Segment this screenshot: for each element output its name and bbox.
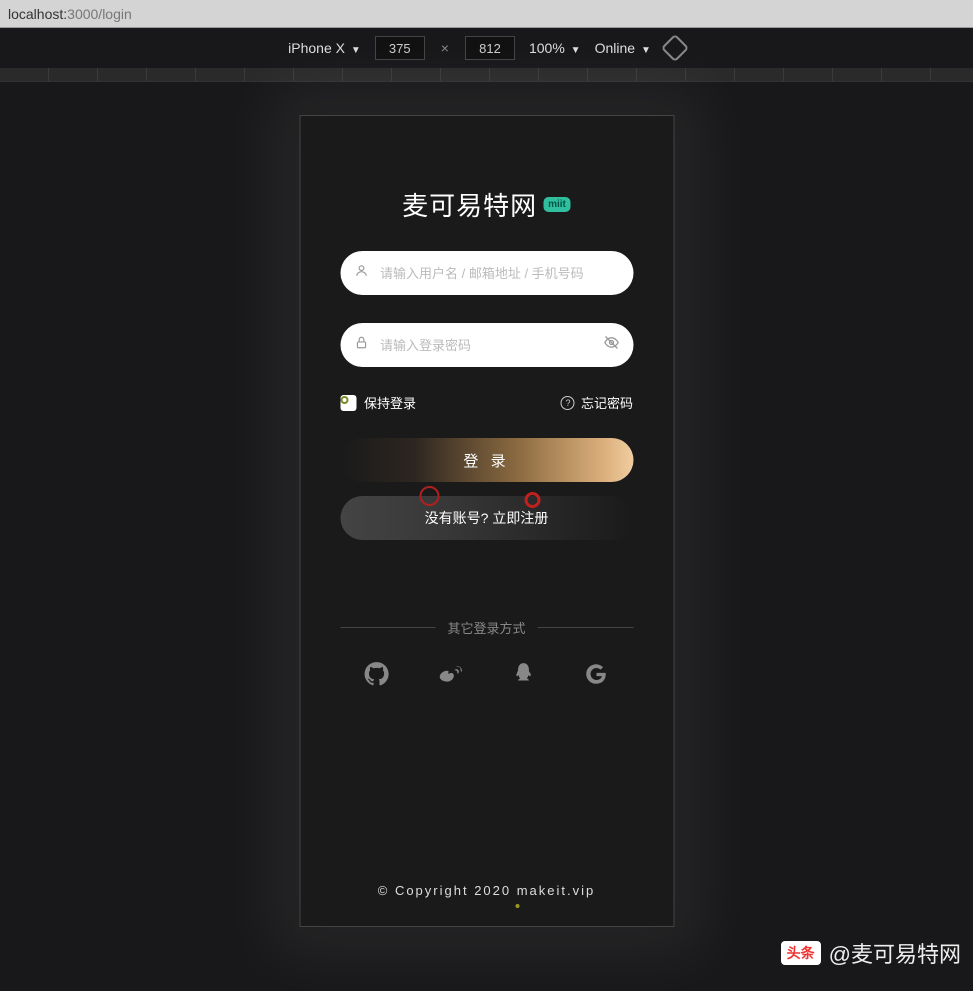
other-login-divider: 其它登录方式 <box>340 618 633 637</box>
login-button[interactable]: 登 录 <box>340 438 633 482</box>
url-host: localhost: <box>8 6 67 22</box>
watermark-badge: 头条 <box>781 941 821 965</box>
question-icon: ? <box>561 396 575 410</box>
qq-icon[interactable] <box>510 661 536 692</box>
viewport-height-input[interactable] <box>465 36 515 60</box>
decorative-circle <box>524 492 540 508</box>
url-bar[interactable]: localhost:3000/login <box>0 0 973 28</box>
viewport-width-input[interactable] <box>375 36 425 60</box>
logo: 麦可易特网 miit <box>402 186 571 223</box>
network-selector[interactable]: Online ▼ <box>595 40 651 56</box>
actions-row: 保持登录 ? 忘记密码 <box>340 393 633 412</box>
device-selector[interactable]: iPhone X ▼ <box>288 40 361 56</box>
logo-badge: miit <box>543 197 571 212</box>
login-screen: 麦可易特网 miit 保持登录 ? 忘记密码 <box>300 116 673 926</box>
rotate-icon[interactable] <box>661 34 689 62</box>
decorative-circle <box>419 486 439 506</box>
divider-line <box>538 627 634 628</box>
watermark: 头条 @麦可易特网 <box>781 937 961 969</box>
username-field-wrap <box>340 251 633 295</box>
other-login-label: 其它登录方式 <box>448 618 526 637</box>
password-input[interactable] <box>340 323 633 367</box>
keep-logged-label: 保持登录 <box>364 393 416 412</box>
social-login-row <box>340 661 633 692</box>
user-icon <box>354 264 368 283</box>
lock-icon <box>354 336 368 355</box>
device-viewport: 麦可易特网 miit 保持登录 ? 忘记密码 <box>299 115 674 927</box>
watermark-text: @麦可易特网 <box>829 937 961 969</box>
devtools-toolbar: iPhone X ▼ × 100% ▼ Online ▼ <box>0 28 973 68</box>
username-input[interactable] <box>340 251 633 295</box>
google-icon[interactable] <box>583 661 609 692</box>
zoom-selector[interactable]: 100% ▼ <box>529 40 581 56</box>
github-icon[interactable] <box>364 661 390 692</box>
password-field-wrap <box>340 323 633 367</box>
keep-logged-checkbox[interactable]: 保持登录 <box>340 393 416 412</box>
forgot-password-link[interactable]: ? 忘记密码 <box>561 393 633 412</box>
times-separator: × <box>441 40 449 56</box>
horizontal-ruler <box>0 68 973 82</box>
url-path: 3000/login <box>67 6 132 22</box>
divider-line <box>340 627 436 628</box>
copyright: © Copyright 2020 makeit.vip <box>300 883 673 898</box>
logo-text: 麦可易特网 <box>402 186 537 223</box>
decorative-dot <box>515 904 519 908</box>
weibo-icon[interactable] <box>437 661 463 692</box>
forgot-label: 忘记密码 <box>581 393 633 412</box>
eye-off-icon[interactable] <box>603 335 619 356</box>
register-button[interactable]: 没有账号? 立即注册 <box>340 496 633 540</box>
decorative-circle <box>340 396 348 404</box>
